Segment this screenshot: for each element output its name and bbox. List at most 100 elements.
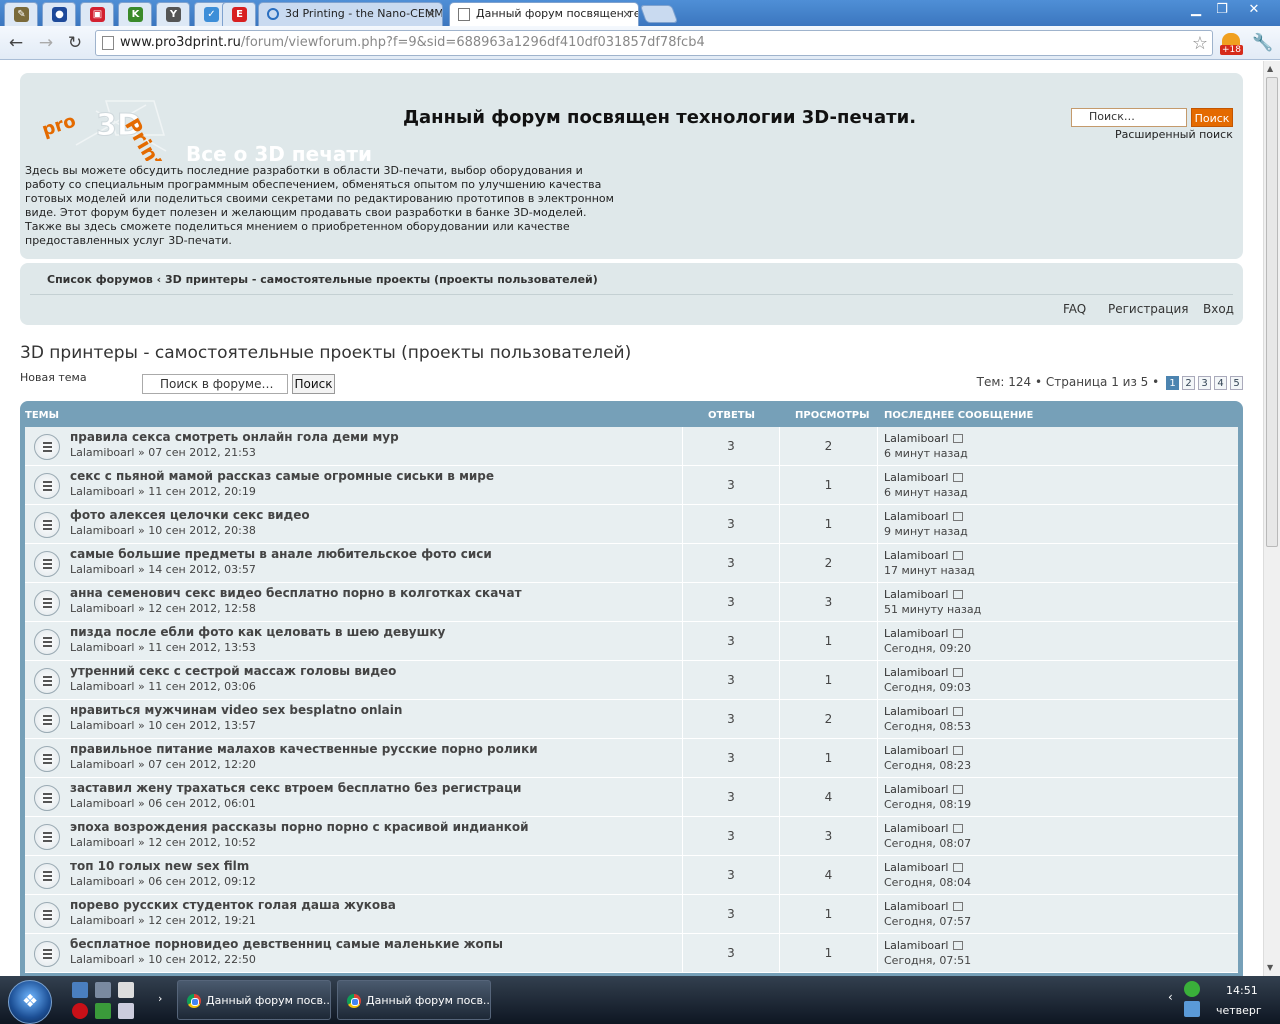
last-post-author[interactable]: Lalamiboarl <box>884 588 964 601</box>
forum-search-button[interactable]: Поиск <box>292 374 335 394</box>
pinned-tab-7[interactable]: E <box>222 2 256 26</box>
advanced-search-link[interactable]: Расширенный поиск <box>1115 128 1233 141</box>
pinned-tab-2[interactable]: ● <box>42 2 76 26</box>
forum-title[interactable]: 3D принтеры - самостоятельные проекты (п… <box>20 343 631 363</box>
scroll-down-icon[interactable]: ▼ <box>1267 963 1273 972</box>
topic-title-link[interactable]: анна семенович секс видео бесплатно порн… <box>70 586 522 600</box>
quicklaunch-icon[interactable] <box>118 982 134 998</box>
go-to-last-post-icon[interactable] <box>953 941 964 950</box>
reload-icon[interactable]: ↻ <box>64 32 86 54</box>
pinned-tab-5[interactable]: Y <box>156 2 190 26</box>
go-to-last-post-icon[interactable] <box>953 629 964 638</box>
network-icon[interactable] <box>1184 1001 1200 1017</box>
quicklaunch-expand-icon[interactable]: › <box>158 992 162 1005</box>
quicklaunch-icon[interactable] <box>118 1003 134 1019</box>
topic-title-link[interactable]: пизда после ебли фото как целовать в шею… <box>70 625 445 639</box>
last-post-author[interactable]: Lalamiboarl <box>884 510 964 523</box>
quicklaunch-icon[interactable] <box>95 982 111 998</box>
page-link-3[interactable]: 3 <box>1198 376 1211 390</box>
topic-title-link[interactable]: правильное питание малахов качественные … <box>70 742 538 756</box>
last-post-author[interactable]: Lalamiboarl <box>884 432 964 445</box>
last-post-author[interactable]: Lalamiboarl <box>884 939 964 952</box>
last-post-author-name[interactable]: Lalamiboarl <box>884 432 948 445</box>
quicklaunch-icon[interactable] <box>95 1003 111 1019</box>
go-to-last-post-icon[interactable] <box>953 824 964 833</box>
page-link-2[interactable]: 2 <box>1182 376 1195 390</box>
go-to-last-post-icon[interactable] <box>953 707 964 716</box>
topic-title-link[interactable]: бесплатное порновидео девственниц самые … <box>70 937 503 951</box>
breadcrumb[interactable]: Список форумов ‹ 3D принтеры - самостоят… <box>47 273 598 286</box>
last-post-author-name[interactable]: Lalamiboarl <box>884 666 948 679</box>
topic-title-link[interactable]: топ 10 голых new sex film <box>70 859 249 873</box>
clock-day[interactable]: четверг <box>1216 1004 1262 1017</box>
new-tab-button[interactable] <box>639 5 679 23</box>
address-bar[interactable]: www.pro3dprint.ru/forum/viewforum.php?f=… <box>95 30 1213 56</box>
last-post-author[interactable]: Lalamiboarl <box>884 783 964 796</box>
go-to-last-post-icon[interactable] <box>953 512 964 521</box>
register-link[interactable]: Регистрация <box>1108 302 1188 316</box>
tab-nano-cemms[interactable]: 3d Printing - the Nano-CEMMS × <box>258 2 443 26</box>
tray-expand-icon[interactable]: ‹ <box>1168 990 1173 1004</box>
taskbar-item-chrome-1[interactable]: Данный форум посв... <box>177 980 331 1020</box>
tab-close-icon[interactable]: × <box>622 3 632 25</box>
pinned-tab-3[interactable]: ▣ <box>80 2 114 26</box>
minimize-button[interactable]: ▁ <box>1183 1 1209 19</box>
last-post-author-name[interactable]: Lalamiboarl <box>884 549 948 562</box>
topic-title-link[interactable]: нравиться мужчинам video sex besplatno o… <box>70 703 402 717</box>
go-to-last-post-icon[interactable] <box>953 902 964 911</box>
pinned-tab-4[interactable]: K <box>118 2 152 26</box>
topic-title-link[interactable]: правила секса смотреть онлайн гола деми … <box>70 430 399 444</box>
tab-forum[interactable]: Данный форум посвящен те × <box>449 2 639 27</box>
faq-link[interactable]: FAQ <box>1063 302 1086 316</box>
topic-title-link[interactable]: секс с пьяной мамой рассказ самые огромн… <box>70 469 494 483</box>
forward-icon[interactable]: → <box>35 32 57 54</box>
last-post-author-name[interactable]: Lalamiboarl <box>884 471 948 484</box>
pinned-tab-1[interactable]: ✎ <box>4 2 38 26</box>
topic-title-link[interactable]: эпоха возрождения рассказы порно порно с… <box>70 820 529 834</box>
maximize-button[interactable]: ❐ <box>1209 1 1235 19</box>
last-post-author-name[interactable]: Lalamiboarl <box>884 939 948 952</box>
scroll-up-icon[interactable]: ▲ <box>1267 64 1273 73</box>
new-topic-button[interactable]: Новая тема <box>20 371 87 384</box>
last-post-author[interactable]: Lalamiboarl <box>884 666 964 679</box>
last-post-author[interactable]: Lalamiboarl <box>884 861 964 874</box>
login-link[interactable]: Вход <box>1203 302 1234 316</box>
page-scrollbar[interactable]: ▲ ▼ <box>1263 61 1280 976</box>
last-post-author-name[interactable]: Lalamiboarl <box>884 588 948 601</box>
last-post-author[interactable]: Lalamiboarl <box>884 705 964 718</box>
tray-check-icon[interactable] <box>1184 981 1200 997</box>
opera-icon[interactable] <box>72 1003 88 1019</box>
header-search-button[interactable]: Поиск <box>1191 108 1233 127</box>
last-post-author[interactable]: Lalamiboarl <box>884 822 964 835</box>
close-window-button[interactable]: ✕ <box>1240 1 1268 19</box>
go-to-last-post-icon[interactable] <box>953 434 964 443</box>
page-link-4[interactable]: 4 <box>1214 376 1227 390</box>
go-to-last-post-icon[interactable] <box>953 473 964 482</box>
topic-title-link[interactable]: заставил жену трахаться секс втроем бесп… <box>70 781 521 795</box>
site-logo[interactable]: pro 3D Print Все о 3D печати <box>36 95 376 161</box>
last-post-author-name[interactable]: Lalamiboarl <box>884 510 948 523</box>
last-post-author-name[interactable]: Lalamiboarl <box>884 705 948 718</box>
show-desktop-icon[interactable] <box>72 982 88 998</box>
last-post-author-name[interactable]: Lalamiboarl <box>884 861 948 874</box>
topic-title-link[interactable]: фото алексея целочки секс видео <box>70 508 310 522</box>
topic-title-link[interactable]: самые большие предметы в анале любительс… <box>70 547 492 561</box>
go-to-last-post-icon[interactable] <box>953 668 964 677</box>
bookmark-star-icon[interactable]: ☆ <box>1192 33 1208 54</box>
go-to-last-post-icon[interactable] <box>953 746 964 755</box>
last-post-author[interactable]: Lalamiboarl <box>884 900 964 913</box>
back-icon[interactable]: ← <box>5 32 27 54</box>
last-post-author-name[interactable]: Lalamiboarl <box>884 783 948 796</box>
tab-close-icon[interactable]: × <box>426 3 436 25</box>
go-to-last-post-icon[interactable] <box>953 785 964 794</box>
taskbar-item-chrome-2[interactable]: Данный форум посв... <box>337 980 491 1020</box>
last-post-author-name[interactable]: Lalamiboarl <box>884 900 948 913</box>
last-post-author[interactable]: Lalamiboarl <box>884 627 964 640</box>
page-link-5[interactable]: 5 <box>1230 376 1243 390</box>
last-post-author[interactable]: Lalamiboarl <box>884 471 964 484</box>
page-link-1[interactable]: 1 <box>1166 376 1179 390</box>
go-to-last-post-icon[interactable] <box>953 590 964 599</box>
go-to-last-post-icon[interactable] <box>953 551 964 560</box>
go-to-last-post-icon[interactable] <box>953 863 964 872</box>
clock-time[interactable]: 14:51 <box>1226 984 1258 997</box>
